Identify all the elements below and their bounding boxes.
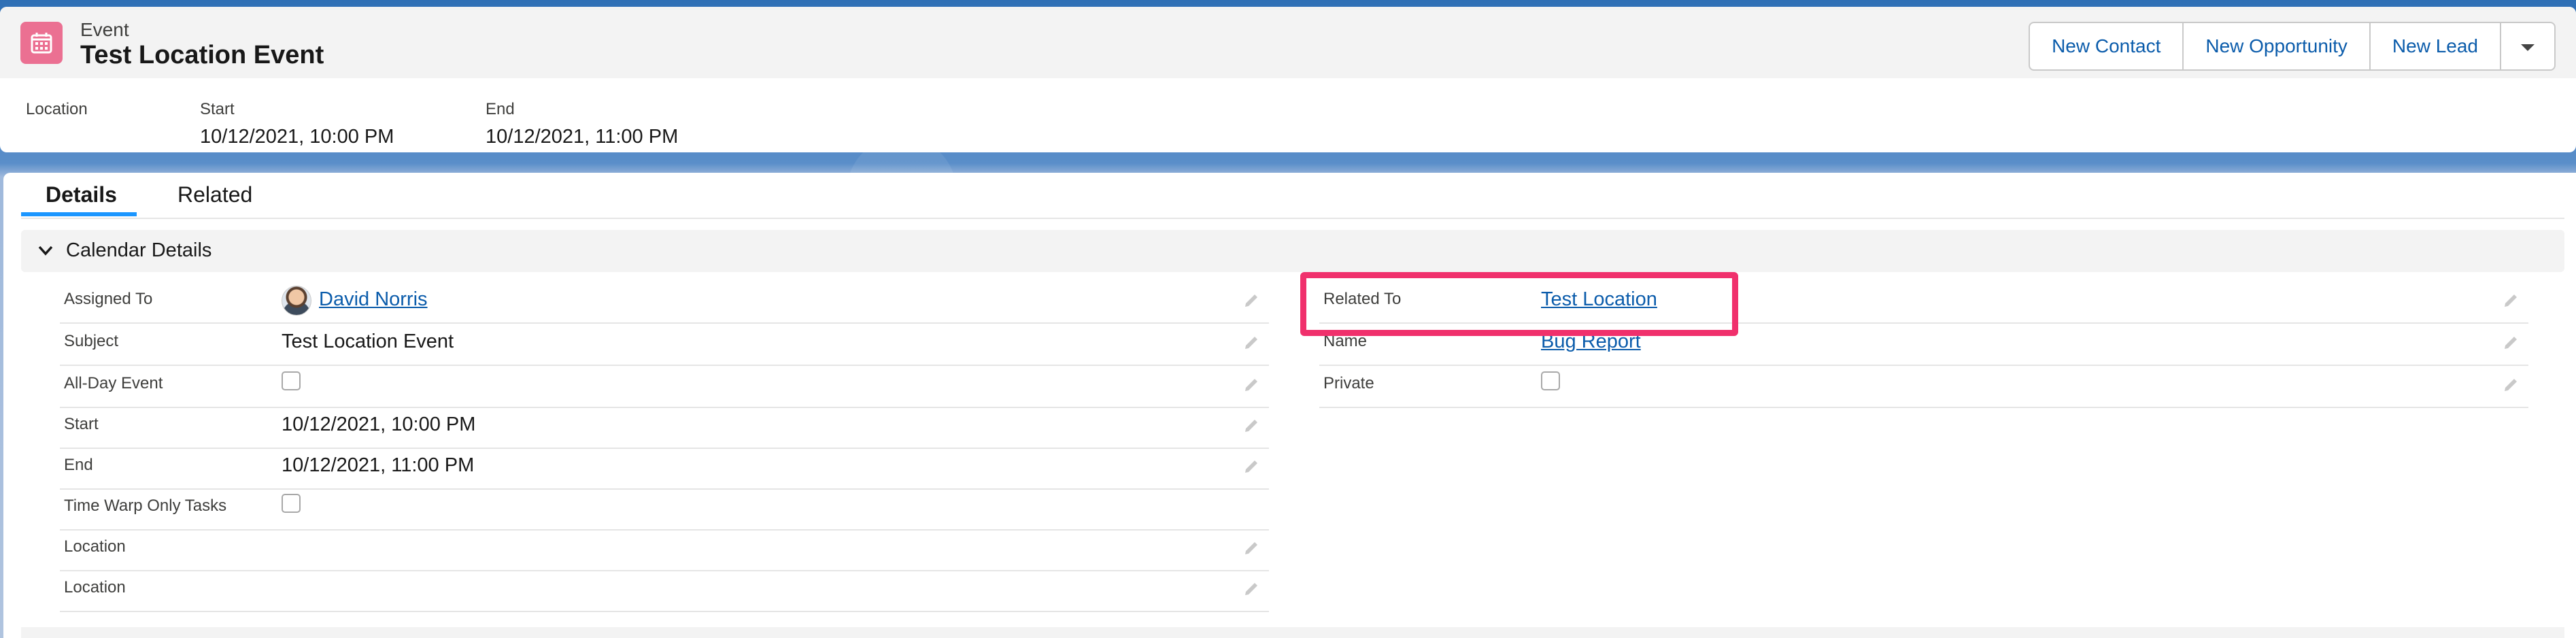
- object-type-label: Event: [80, 19, 129, 40]
- highlight-value: 10/12/2021, 11:00 PM: [486, 126, 679, 148]
- tab-related[interactable]: Related: [177, 182, 252, 207]
- field-row-assigned-to: Assigned To David Norris: [60, 282, 1269, 324]
- private-checkbox: [1541, 371, 1560, 390]
- page-title: Test Location Event: [80, 41, 324, 69]
- time-warp-only-tasks-checkbox: [282, 494, 301, 513]
- new-lead-button[interactable]: New Lead: [2371, 23, 2501, 69]
- highlight-label: Location: [26, 100, 88, 118]
- calendar-icon: [20, 22, 63, 64]
- new-opportunity-button[interactable]: New Opportunity: [2184, 23, 2371, 69]
- pencil-icon[interactable]: [1243, 581, 1259, 597]
- pencil-icon[interactable]: [2503, 292, 2519, 309]
- field-label: Private: [1323, 374, 1374, 392]
- highlight-location: Location: [26, 100, 88, 126]
- active-tab-indicator: [21, 212, 137, 216]
- record-header: Event Test Location Event New Contact Ne…: [0, 7, 2576, 152]
- chevron-down-icon: [2521, 44, 2535, 51]
- field-row-all-day-event: All-Day Event: [60, 366, 1269, 408]
- highlight-end: End 10/12/2021, 11:00 PM: [486, 100, 678, 148]
- detail-card: Details Related Calendar Details Assigne…: [3, 173, 2576, 638]
- annotation-highlight-box: [1300, 272, 1738, 336]
- highlight-start: Start 10/12/2021, 10:00 PM: [200, 100, 394, 148]
- pencil-icon[interactable]: [2503, 335, 2519, 351]
- field-row-time-warp-only-tasks: Time Warp Only Tasks: [60, 488, 1269, 531]
- tab-bar: Details Related: [21, 173, 2564, 219]
- field-label: Location: [64, 578, 126, 597]
- pencil-icon[interactable]: [1243, 292, 1259, 309]
- field-row-private: Private: [1319, 366, 2528, 408]
- pencil-icon[interactable]: [1243, 458, 1259, 475]
- pencil-icon[interactable]: [1243, 335, 1259, 351]
- end-value: 10/12/2021, 11:00 PM: [282, 454, 475, 476]
- field-row-start: Start 10/12/2021, 10:00 PM: [60, 407, 1269, 449]
- section-footer: [21, 627, 2564, 638]
- field-row-location-2: Location: [60, 570, 1269, 612]
- field-label: Time Warp Only Tasks: [64, 497, 227, 515]
- assigned-to-link[interactable]: David Norris: [319, 288, 428, 311]
- field-label: Assigned To: [64, 290, 153, 308]
- section-header-calendar-details[interactable]: Calendar Details: [21, 230, 2564, 272]
- field-row-location: Location: [60, 529, 1269, 571]
- pencil-icon[interactable]: [1243, 540, 1259, 556]
- field-label: Subject: [64, 332, 119, 350]
- action-button-group: New Contact New Opportunity New Lead: [2029, 22, 2556, 71]
- field-label: All-Day Event: [64, 374, 163, 392]
- all-day-event-checkbox: [282, 371, 301, 390]
- field-label: Location: [64, 537, 126, 556]
- start-value: 10/12/2021, 10:00 PM: [282, 414, 476, 435]
- field-row-end: End 10/12/2021, 11:00 PM: [60, 448, 1269, 490]
- new-contact-button[interactable]: New Contact: [2030, 23, 2184, 69]
- record-header-top: Event Test Location Event New Contact Ne…: [0, 7, 2576, 78]
- subject-value: Test Location Event: [282, 331, 454, 352]
- pencil-icon[interactable]: [1243, 377, 1259, 393]
- field-row-subject: Subject Test Location Event: [60, 324, 1269, 366]
- section-title: Calendar Details: [66, 239, 212, 261]
- avatar: [282, 286, 311, 316]
- highlight-label: Start: [200, 100, 235, 118]
- tab-details[interactable]: Details: [46, 182, 117, 207]
- highlights-panel: Location Start 10/12/2021, 10:00 PM End …: [0, 78, 2576, 152]
- more-actions-button[interactable]: [2501, 23, 2554, 69]
- highlight-value: 10/12/2021, 10:00 PM: [200, 126, 394, 148]
- field-label: Start: [64, 415, 99, 433]
- field-label: End: [64, 456, 93, 474]
- highlight-label: End: [486, 100, 515, 118]
- chevron-down-icon: [38, 246, 53, 256]
- pencil-icon[interactable]: [2503, 377, 2519, 393]
- pencil-icon[interactable]: [1243, 418, 1259, 434]
